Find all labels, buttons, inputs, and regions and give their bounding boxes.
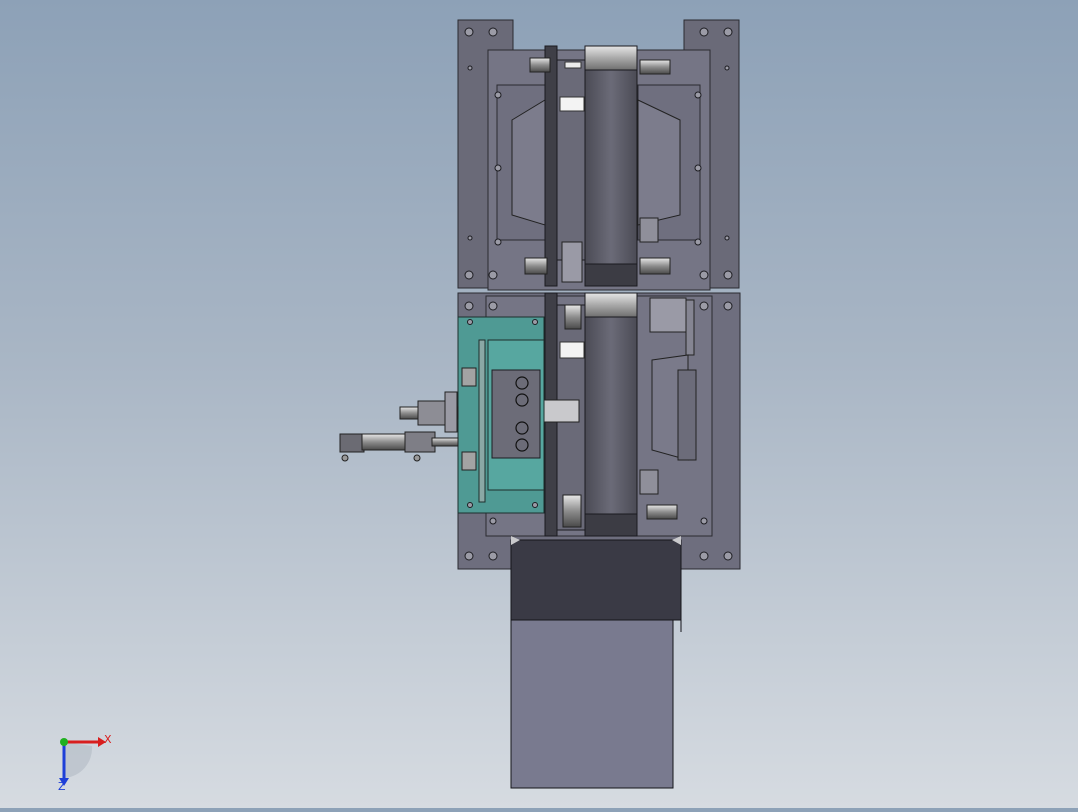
z-axis-label: Z (58, 780, 66, 793)
model-view[interactable]: X Z (0, 0, 1078, 808)
discharge-hopper (510, 536, 682, 789)
pneumatic-cylinders (339, 391, 459, 462)
upper-frame (457, 19, 740, 291)
cad-graphics-area[interactable]: X Z (0, 0, 1078, 808)
x-axis-label: X (104, 733, 112, 746)
axis-triad-icon: X Z (58, 733, 112, 793)
teal-sorting-plate (457, 316, 545, 514)
